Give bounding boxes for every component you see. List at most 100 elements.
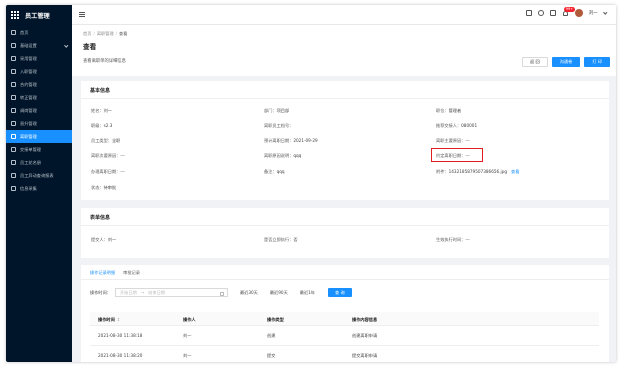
column-operation-content: 操作内容信息 [352,316,378,322]
sort-icon[interactable]: ⇕ [117,317,121,322]
field-status: 状态：待审批 [91,185,117,190]
transfer-icon [11,108,16,113]
sidebar-item-regularization[interactable]: 转正管理 [6,91,72,104]
sidebar-item-label: 转正管理 [20,94,37,100]
start-date-input[interactable]: 开始日期 [120,290,137,296]
records-filter: 操作时间： 开始日期 → 结束日期 最近30天 最近90天 最近1年 查 询 [90,288,352,297]
user-name[interactable]: 刘一 [589,10,598,16]
app-logo[interactable]: 员工管理 [6,5,72,25]
cell-time: 2021-08-30 11:38:18 [98,333,143,338]
field-rank: 职级：s2.3 [91,123,113,128]
sidebar-item-home[interactable]: 首页 [6,26,72,39]
field-processed-leave-date: 办理离职日期：--- [91,169,125,174]
app-grid-icon [11,11,19,19]
app-title: 员工管理 [25,12,50,20]
header-actions: 返 回 沟通卷 打 印 [521,57,610,67]
home-icon[interactable] [525,10,532,16]
sidebar-item-info-collect[interactable]: 信息采集 [6,182,72,195]
promotion-icon [11,121,16,126]
notification-button[interactable]: 99+ [562,6,576,17]
filter-label: 操作时间： [90,289,111,295]
roster-icon [11,160,16,165]
field-name: 姓名：刘一 [91,108,112,113]
field-attachment: 附件：1432185879507386656.jpg 查看 [436,169,520,174]
field-main-reason: 离职主要原因：--- [436,138,470,143]
cell-content: 创建离职申请 [352,333,378,338]
log-button[interactable]: 沟通卷 [551,57,581,67]
quick-90-days[interactable]: 最近90天 [270,290,288,296]
top-bar: 99+ 刘一 [72,5,616,25]
quick-30-days[interactable]: 最近30天 [240,290,258,296]
table-row: 2021-08-30 11:38:18 刘一 创建 创建离职申请 [90,326,599,346]
range-arrow-icon: → [140,290,145,295]
sidebar-item-basic-settings[interactable]: 基础设置 [6,39,72,52]
sidebar: 员工管理 首页 基础设置 采用管理 入职管理 合约管理 转正管理 调岗管理 晋升… [6,5,72,362]
cell-type: 创建 [267,333,276,338]
column-operator: 操作人 [183,316,196,322]
cell-time: 2021-08-30 11:38:20 [98,353,143,358]
date-range-picker[interactable]: 开始日期 → 结束日期 [114,288,228,297]
field-submitter: 提交人：刘一 [91,237,117,242]
table-header: 操作时间 ⇕ 操作人 操作类型 操作内容信息 [90,312,599,326]
form-info-card: 表单信息 提交人：刘一 是否立即执行：否 生效执行时间：--- [81,208,609,258]
onboard-icon [11,69,16,74]
view-attachment-link[interactable]: 查看 [511,169,519,174]
sidebar-item-onboarding[interactable]: 入职管理 [6,65,72,78]
sidebar-item-resignation[interactable]: 离职管理 [6,130,72,143]
basic-info-card: 基本信息 姓名：刘一 部门：项目部 职位：管理者 职级：s2.3 离职员工档号：… [81,81,609,200]
sidebar-item-label: 员工花名册 [20,159,41,165]
breadcrumb-resignation[interactable]: 离职管理 [97,31,114,36]
breadcrumb: 首页 / 离职管理 / 查看 [83,31,128,36]
sidebar-item-label: 交接单管理 [20,146,41,152]
breadcrumb-current: 查看 [119,31,128,36]
collect-icon [11,186,16,191]
home-icon [11,30,16,35]
sidebar-item-label: 采用管理 [20,55,37,61]
calendar-icon [219,291,224,296]
field-remarks: 备注：qqq [264,169,285,174]
settings-icon [11,43,16,48]
form-info-title: 表单信息 [90,215,111,221]
query-button[interactable]: 查 询 [328,288,352,297]
cell-content: 提交离职申请 [352,353,378,358]
quick-1-year[interactable]: 最近1年 [300,290,315,296]
records-card: 操作记录明细 审批记录 操作时间： 开始日期 → 结束日期 最近30天 最近90… [81,265,609,362]
sidebar-item-transfer[interactable]: 调岗管理 [6,104,72,117]
field-effective-time: 生效执行时间：--- [436,237,470,242]
cell-operator: 刘一 [183,333,192,338]
cell-type: 提交 [267,353,276,358]
end-date-input[interactable]: 结束日期 [148,290,165,296]
table-row: 2021-08-30 11:38:20 刘一 提交 提交离职申请 [90,346,599,362]
sidebar-item-label: 晋升管理 [20,120,37,126]
field-reason-description: 离职原因说明：qqq [264,153,302,158]
sidebar-item-handover[interactable]: 交接单管理 [6,143,72,156]
help-icon[interactable] [537,10,544,16]
sidebar-item-roster[interactable]: 员工花名册 [6,156,72,169]
handover-icon [11,147,16,152]
field-position: 职位：管理者 [436,108,462,113]
chevron-down-icon[interactable] [602,10,607,14]
avatar[interactable] [574,9,583,17]
print-button[interactable]: 打 印 [584,57,610,67]
back-button[interactable]: 返 回 [521,57,548,67]
notification-badge: 99+ [563,6,576,12]
sidebar-item-label: 员工异动查询报表 [20,172,54,178]
screen-icon[interactable] [549,10,556,16]
column-operation-time[interactable]: 操作时间 ⇕ [98,317,120,323]
sidebar-item-promotion[interactable]: 晋升管理 [6,117,72,130]
breadcrumb-home[interactable]: 首页 [83,31,91,36]
sidebar-item-contract[interactable]: 合约管理 [6,78,72,91]
sidebar-nav: 首页 基础设置 采用管理 入职管理 合约管理 转正管理 调岗管理 晋升管理 离职… [6,26,72,195]
resign-icon [11,134,16,139]
field-recommended-handover: 推荐交接人：080001 [436,123,478,128]
sidebar-item-label: 入职管理 [20,68,37,74]
app-window: 员工管理 首页 基础设置 采用管理 入职管理 合约管理 转正管理 调岗管理 晋升… [6,5,616,362]
page-description: 查看离职单的详细信息 [83,59,126,64]
sidebar-item-hiring[interactable]: 采用管理 [6,52,72,65]
contract-icon [11,82,16,87]
regular-icon [11,95,16,100]
sidebar-item-change-report[interactable]: 员工异动查询报表 [6,169,72,182]
highlight-box [431,148,483,162]
field-employee-file-no: 离职员工档号： [264,123,294,128]
menu-toggle-icon[interactable] [79,12,85,17]
